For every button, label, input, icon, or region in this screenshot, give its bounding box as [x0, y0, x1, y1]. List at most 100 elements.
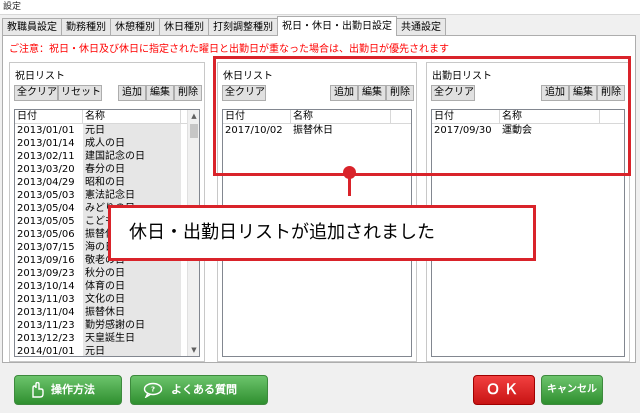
- row-date: 2017/10/02: [225, 125, 283, 136]
- howto-button[interactable]: 操作方法: [14, 375, 122, 405]
- list-row[interactable]: 2013/01/01 元日: [15, 124, 187, 137]
- row-date: 2013/05/06: [17, 229, 75, 240]
- scroll-thumb[interactable]: [190, 124, 198, 138]
- day-off-edit-button[interactable]: 編集: [358, 85, 386, 101]
- ok-button[interactable]: ＯＫ: [473, 375, 535, 405]
- row-date: 2013/02/11: [17, 151, 75, 162]
- list-row[interactable]: 2017/10/02 振替休日: [223, 124, 411, 137]
- holiday-delete-button[interactable]: 削除: [174, 85, 202, 101]
- scroll-down-icon[interactable]: ▼: [188, 344, 199, 356]
- row-name: 振替休日: [293, 125, 333, 136]
- callout-pointer-line: [348, 176, 351, 196]
- scroll-up-icon[interactable]: ▲: [188, 110, 199, 122]
- row-name: 憲法記念日: [83, 189, 181, 202]
- column-name[interactable]: 名称: [291, 110, 391, 123]
- row-name: 体育の日: [83, 280, 181, 293]
- list-row[interactable]: 2013/11/04 振替休日: [15, 306, 187, 319]
- tab-work-type[interactable]: 勤務種別: [61, 18, 111, 36]
- day-off-delete-button[interactable]: 削除: [386, 85, 414, 101]
- row-date: 2013/05/03: [17, 190, 75, 201]
- day-off-add-button[interactable]: 追加: [330, 85, 358, 101]
- faq-label: よくある質問: [171, 383, 237, 396]
- speech-bubble-icon: ?: [143, 382, 163, 398]
- column-date[interactable]: 日付: [223, 110, 291, 123]
- tab-stamp-adjust-type[interactable]: 打刻調整種別: [208, 18, 278, 36]
- day-off-list-title: 休日リスト: [223, 71, 273, 82]
- workday-list-title: 出勤日リスト: [432, 71, 492, 82]
- holiday-edit-button[interactable]: 編集: [146, 85, 174, 101]
- row-name: 秋分の日: [83, 267, 181, 280]
- holiday-add-button[interactable]: 追加: [118, 85, 146, 101]
- row-name: 春分の日: [83, 163, 181, 176]
- row-date: 2013/05/05: [17, 216, 75, 227]
- workday-list-header: 日付 名称: [432, 110, 624, 124]
- holiday-list-title: 祝日リスト: [15, 71, 65, 82]
- footer-bar: 操作方法 ? よくある質問 ＯＫ キャンセル: [0, 366, 640, 413]
- tab-holiday-workday-settings[interactable]: 祝日・休日・出勤日設定: [277, 16, 397, 36]
- faq-button[interactable]: ? よくある質問: [130, 375, 268, 405]
- row-date: 2013/05/04: [17, 203, 75, 214]
- notice-text: ご注意：祝日・休日及び休日に指定された曜日と出勤日が重なった場合は、出勤日が優先…: [9, 44, 449, 55]
- tab-bar: 教職員設定 勤務種別 休憩種別 休日種別 打刻調整種別 祝日・休日・出勤日設定 …: [2, 16, 446, 36]
- workday-edit-button[interactable]: 編集: [569, 85, 597, 101]
- row-name: 元日: [83, 345, 181, 356]
- list-row[interactable]: 2017/09/30 運動会: [432, 124, 624, 137]
- row-date: 2013/09/23: [17, 268, 75, 279]
- list-row[interactable]: 2013/01/14 成人の日: [15, 137, 187, 150]
- row-name: 勤労感謝の日: [83, 319, 181, 332]
- row-date: 2013/10/14: [17, 281, 75, 292]
- tab-break-type[interactable]: 休憩種別: [110, 18, 160, 36]
- list-row[interactable]: 2013/05/03 憲法記念日: [15, 189, 187, 202]
- row-name: 成人の日: [83, 137, 181, 150]
- list-row[interactable]: 2013/12/23 天皇誕生日: [15, 332, 187, 345]
- row-date: 2013/01/14: [17, 138, 75, 149]
- day-off-list-header: 日付 名称: [223, 110, 411, 124]
- list-row[interactable]: 2013/11/23 勤労感謝の日: [15, 319, 187, 332]
- day-off-clear-all-button[interactable]: 全クリア: [222, 85, 266, 101]
- row-date: 2013/07/15: [17, 242, 75, 253]
- row-name: 振替休日: [83, 306, 181, 319]
- holiday-clear-all-button[interactable]: 全クリア: [14, 85, 58, 101]
- holiday-list-header: 日付 名称: [15, 110, 187, 124]
- row-date: 2013/09/16: [17, 255, 75, 266]
- callout-message: 休日・出勤日リストが追加されました: [108, 205, 536, 261]
- row-name: 元日: [83, 124, 181, 137]
- row-name: 天皇誕生日: [83, 332, 181, 345]
- hand-pointer-icon: [32, 382, 44, 398]
- row-date: 2013/11/03: [17, 294, 75, 305]
- window-title: 設定: [0, 0, 640, 15]
- list-row[interactable]: 2014/01/01 元日: [15, 345, 187, 356]
- tab-holiday-type[interactable]: 休日種別: [159, 18, 209, 36]
- list-row[interactable]: 2013/11/03 文化の日: [15, 293, 187, 306]
- column-date[interactable]: 日付: [432, 110, 500, 123]
- row-date: 2013/04/29: [17, 177, 75, 188]
- tab-content-panel: ご注意：祝日・休日及び休日に指定された曜日と出勤日が重なった場合は、出勤日が優先…: [2, 35, 636, 363]
- list-row[interactable]: 2013/02/11 建国記念の日: [15, 150, 187, 163]
- list-row[interactable]: 2013/04/29 昭和の日: [15, 176, 187, 189]
- workday-delete-button[interactable]: 削除: [597, 85, 625, 101]
- tab-staff-settings[interactable]: 教職員設定: [2, 18, 62, 36]
- column-date[interactable]: 日付: [15, 110, 83, 123]
- row-date: 2013/11/23: [17, 320, 75, 331]
- list-row[interactable]: 2013/09/23 秋分の日: [15, 267, 187, 280]
- row-name: 文化の日: [83, 293, 181, 306]
- row-date: 2013/01/01: [17, 125, 75, 136]
- row-date: 2013/03/20: [17, 164, 75, 175]
- column-name[interactable]: 名称: [83, 110, 181, 123]
- row-date: 2013/11/04: [17, 307, 75, 318]
- workday-clear-all-button[interactable]: 全クリア: [431, 85, 475, 101]
- workday-add-button[interactable]: 追加: [541, 85, 569, 101]
- row-date: 2017/09/30: [434, 125, 492, 136]
- row-name: 昭和の日: [83, 176, 181, 189]
- list-row[interactable]: 2013/10/14 体育の日: [15, 280, 187, 293]
- cancel-button[interactable]: キャンセル: [541, 375, 603, 405]
- row-name: 建国記念の日: [83, 150, 181, 163]
- list-row[interactable]: 2013/03/20 春分の日: [15, 163, 187, 176]
- tab-common-settings[interactable]: 共通設定: [396, 18, 446, 36]
- howto-label: 操作方法: [51, 383, 95, 396]
- holiday-reset-button[interactable]: リセット: [58, 85, 102, 101]
- svg-text:?: ?: [151, 386, 155, 394]
- row-date: 2014/01/01: [17, 346, 75, 356]
- row-date: 2013/12/23: [17, 333, 75, 344]
- column-name[interactable]: 名称: [500, 110, 600, 123]
